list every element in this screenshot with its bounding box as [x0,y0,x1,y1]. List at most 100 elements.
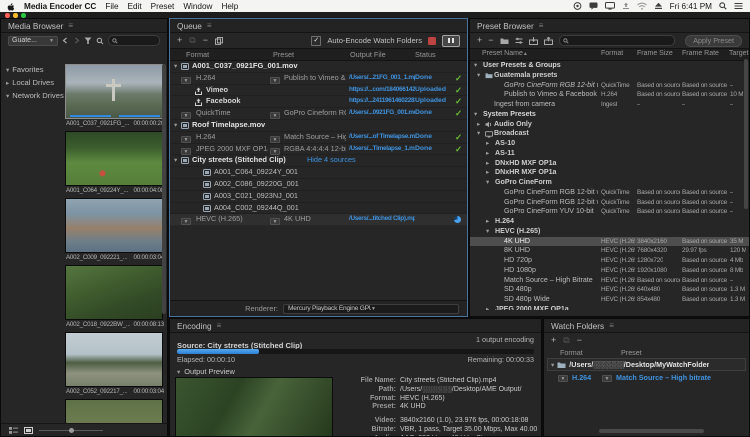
chevron-right-icon[interactable]: ▸ [486,168,489,178]
panel-menu-icon[interactable]: ≡ [207,21,212,30]
chevron-right-icon[interactable]: ▸ [486,139,489,149]
preset-row-4k-uhd[interactable]: 4K UHDHEVC (H.265)3840x2160Based on sour… [470,237,749,247]
preset-row-publish-to-vimeo-facebook[interactable]: Publish to Vimeo & FacebookH.264Based on… [470,90,749,100]
preset-row-gopro-cineform[interactable]: ▾GoPro CineForm [470,178,749,188]
wifi-icon[interactable] [637,2,647,10]
watch-folder-output-row[interactable]: ▼H.264▼Match Source – High bitrate [544,371,749,383]
watch-folders-tab[interactable]: Watch Folders ≡ [544,319,749,333]
chat-icon[interactable] [589,2,598,10]
filter-icon[interactable] [84,37,92,45]
thumbnail-view-icon[interactable] [24,427,33,434]
queue-stitch-source-row[interactable]: A001_C064_09224Y_001 [170,167,467,179]
chevron-down-icon[interactable]: ▾ [477,129,480,139]
notification-center-icon[interactable] [734,2,743,10]
media-search-input[interactable] [108,35,160,46]
preset-row-audio-only[interactable]: ▸Audio Only [470,120,749,130]
chevron-down-icon[interactable]: ▾ [174,61,177,72]
ingest-settings-icon[interactable] [96,37,104,45]
chevron-down-icon[interactable]: ▾ [174,155,177,166]
preset-row-match-source-high-bitrate[interactable]: Match Source – High BitrateHEVC (H.265)B… [470,276,749,286]
chevron-right-icon[interactable]: ▸ [486,149,489,159]
preset-row-ingest-from-camera[interactable]: Ingest from cameraIngest––– [470,100,749,110]
preset-row-jpeg-2000-mxf-op1a[interactable]: ▸JPEG 2000 MXF OP1a [470,305,749,310]
minimize-window-button[interactable] [13,13,18,18]
export-preset-icon[interactable] [544,37,553,45]
thumbnail-size-slider[interactable] [39,430,103,431]
menu-item-window[interactable]: Window [183,2,212,11]
chevron-down-icon[interactable]: ▾ [474,110,477,120]
queue-stitch-source-row[interactable]: A003_C021_0923NJ_001 [170,191,467,203]
chevron-down-icon[interactable]: ▾ [6,66,9,74]
create-preset-button[interactable]: + [477,36,482,45]
sort-ascending-icon[interactable]: ▲ [523,51,528,57]
preset-row-user-presets-groups[interactable]: ▾User Presets & Groups [470,61,749,71]
queue-stitch-source-row[interactable]: A004_C002_09244Q_001 [170,203,467,215]
menu-item-file[interactable]: File [105,2,118,11]
chevron-down-icon[interactable]: ▾ [486,178,489,188]
preset-row-gopro-cineform-rgb-12-bit-with-alpha-alias-[interactable]: GoPro CineForm RGB 12-bit with alpha (Al… [470,81,749,91]
output-file-link[interactable]: https://...com/184066142 [349,85,415,96]
back-icon[interactable] [62,37,69,44]
media-clip[interactable]: A001_C064_09224Y_...00:00:04:08 [65,131,165,194]
stop-queue-button[interactable] [428,37,436,45]
hide-sources-link[interactable]: Hide 4 sources [307,155,356,166]
output-file-link[interactable]: https://...24119614602283 [349,96,415,107]
add-output-button[interactable]: ⧉ [563,336,569,345]
chevron-right-icon[interactable]: ▸ [6,79,9,87]
preset-row-dnxhr-mxf-op1a[interactable]: ▸DNxHR MXF OP1a [470,168,749,178]
preset-row-hd-720p[interactable]: HD 720pHEVC (H.265)1280x720Based on sour… [470,256,749,266]
queue-stitch-source-row[interactable]: A002_C086_09220G_001 [170,179,467,191]
media-clip[interactable]: A002_C018_0922BW_...00:00:08:13 [65,265,165,328]
watch-folders-hscrollbar[interactable] [599,429,704,433]
preset-search-input[interactable] [559,35,675,46]
panel-menu-icon[interactable]: ≡ [68,21,73,30]
import-preset-icon[interactable] [529,37,538,45]
auto-encode-checkbox[interactable]: ✓ [311,36,321,46]
cc-icon[interactable] [573,2,582,10]
chevron-down-icon[interactable]: ▾ [477,71,480,81]
preset-row-sd-480p[interactable]: SD 480pHEVC (H.265)640x480Based on sourc… [470,285,749,295]
duplicate-button[interactable] [215,37,223,45]
menu-item-edit[interactable]: Edit [128,2,142,11]
preset-browser-tab[interactable]: Preset Browser ≡ [470,19,749,33]
dropdown-combo[interactable]: ▼ [270,216,280,227]
chevron-down-icon[interactable]: ▾ [177,368,180,376]
output-file-link[interactable]: /Users/...21FG_001_1.mp4 [349,73,415,84]
watch-folder-row[interactable]: ▾ /Users/░░░░░░/Desktop/MyWatchFolder [547,358,746,371]
queue-output-row[interactable]: ▼H.264▼Publish to Vimeo & Face.../Users/… [170,73,467,85]
forward-icon[interactable] [73,37,80,44]
remove-watch-folder-button[interactable]: − [577,336,582,345]
preset-row-gopro-cineform-yuv-10-bit[interactable]: GoPro CineForm YUV 10-bitQuickTimeBased … [470,207,749,217]
preset-row-dnxhd-mxf-op1a[interactable]: ▸DNxHD MXF OP1a [470,159,749,169]
preset-row-as-11[interactable]: ▸AS-11 [470,149,749,159]
dropdown-combo[interactable]: ▼ [602,373,612,382]
output-file-link[interactable]: /Users/...Timelapse_1.mxf [349,144,415,155]
menu-item-preset[interactable]: Preset [151,2,175,11]
queue-source-row[interactable]: ▾City streets (Stitched Clip)Hide 4 sour… [170,155,467,167]
location-dropdown[interactable]: Guate... ▼ [8,36,58,46]
panel-menu-icon[interactable]: ≡ [609,321,614,330]
chevron-down-icon[interactable]: ▾ [486,227,489,237]
chevron-right-icon[interactable]: ▸ [477,120,480,130]
add-watch-folder-button[interactable]: + [551,336,556,345]
preset-settings-icon[interactable] [515,37,523,45]
chevron-right-icon[interactable]: ▸ [486,159,489,169]
queue-output-row[interactable]: ▼JPEG 2000 MXF OP1a▼RGBA 4:4:4:4 12-bit … [170,144,467,156]
chevron-right-icon[interactable]: ▸ [486,217,489,227]
media-clip[interactable]: A002_C052_092217_...00:00:03:04 [65,332,165,395]
preset-row-guatemala-presets[interactable]: ▾Guatemala presets [470,71,749,81]
chevron-down-icon[interactable]: ▾ [474,61,477,71]
menu-app-name[interactable]: Media Encoder CC [24,2,96,11]
media-clip[interactable]: A001_C037_0921FG_...00:00:00:20 [65,64,165,127]
output-file-link[interactable]: /Users/...of Timelapse.mp4 [349,132,415,143]
delete-preset-button[interactable]: − [488,36,493,45]
menu-item-help[interactable]: Help [221,2,238,11]
queue-output-row[interactable]: Facebookhttps://...24119614602283Uploade… [170,96,467,108]
sync-icon[interactable] [622,2,630,10]
preset-row-broadcast[interactable]: ▾Broadcast [470,129,749,139]
add-output-button[interactable]: ⧉ [189,36,195,45]
tree-item-network-drives[interactable]: ▾Network Drives [1,89,63,102]
queue-source-row[interactable]: ▾Roof Timelapse.mov [170,120,467,132]
preset-browser-scrollbar[interactable] [744,59,748,209]
queue-output-row[interactable]: ▼H.264▼Match Source – High bitr.../Users… [170,132,467,144]
